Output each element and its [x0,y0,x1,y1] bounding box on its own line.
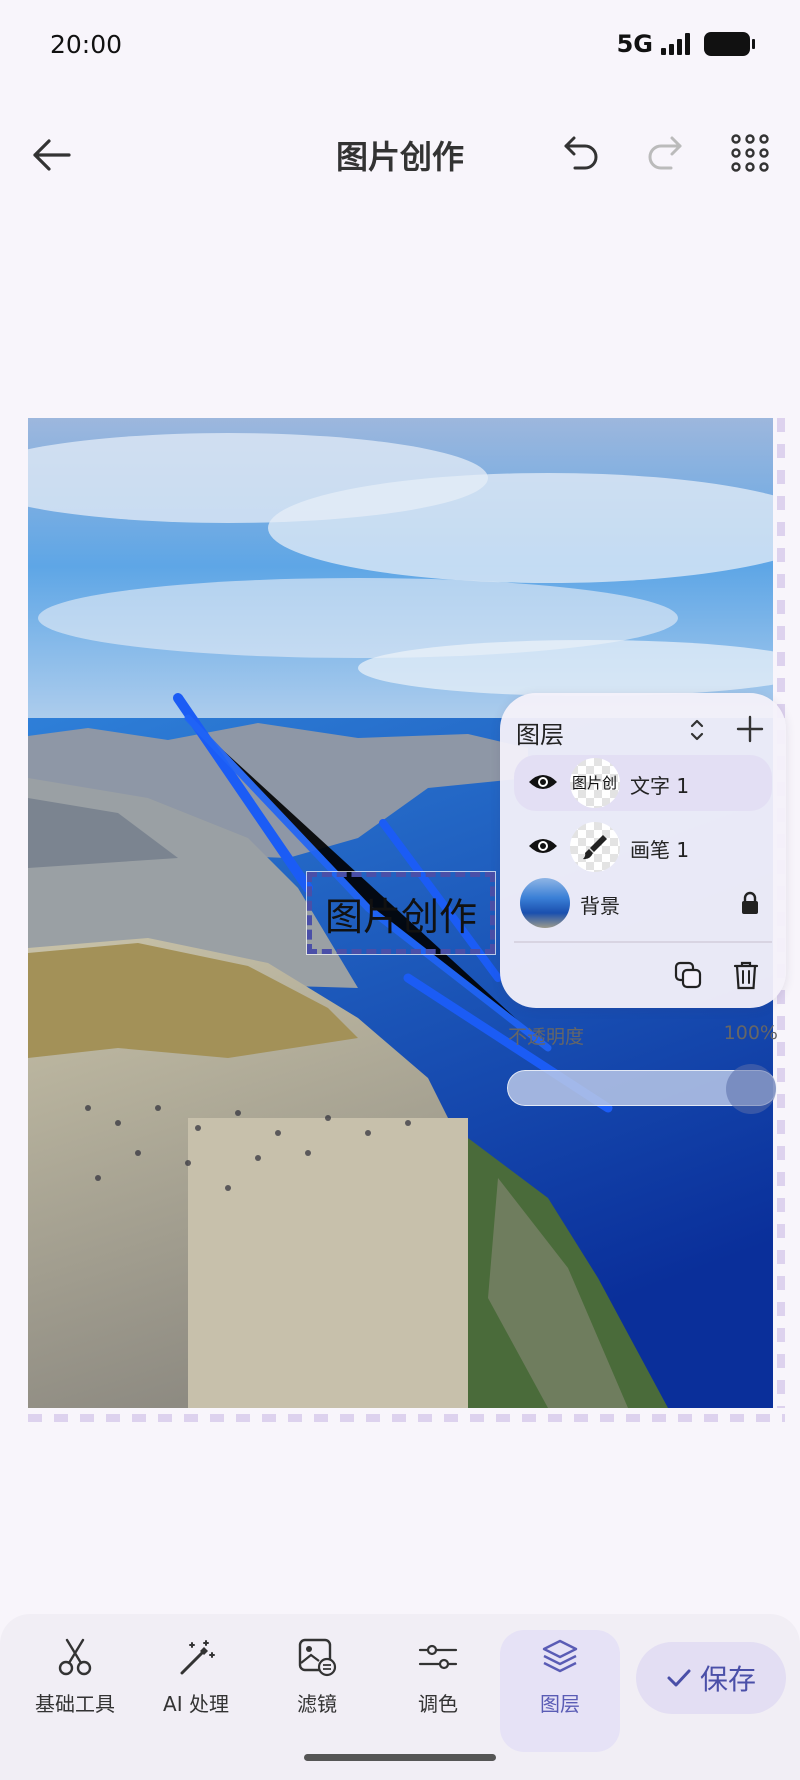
layer-name: 文字 1 [630,774,690,798]
tool-label: 基础工具 [35,1692,115,1716]
undo-icon [564,136,598,170]
redo-button[interactable] [640,128,690,178]
layers-panel-title: 图层 [516,721,564,749]
more-apps-button[interactable] [725,128,775,178]
layer-row-text[interactable]: 图片创 文字 1 [514,755,772,811]
battery-icon [704,32,755,56]
save-button[interactable]: 保存 [636,1642,786,1714]
tool-label: AI 处理 [163,1692,229,1716]
layer-thumbnail-text: 图片创 [572,774,618,792]
trash-icon [733,961,759,990]
text-layer-content: 图片创作 [324,894,477,939]
eye-icon[interactable] [528,771,558,793]
text-layer-selection[interactable]: 图片创作 [306,871,496,955]
network-label: 5G [616,30,653,58]
tool-color-adjust[interactable]: 调色 [378,1634,498,1734]
layer-thumbnail [520,878,570,928]
lock-icon [742,891,758,914]
undo-button[interactable] [556,128,606,178]
copy-icon [674,961,702,989]
layers-panel: 图层 图片创 文字 1 画笔 1 背景 [500,693,786,1008]
layer-name: 画笔 1 [630,838,690,862]
status-indicators: 5G [616,30,755,58]
scissors-icon [58,1638,92,1676]
brush-icon [583,835,607,860]
save-label: 保存 [699,1663,756,1696]
add-layer-button[interactable] [730,709,770,749]
check-icon [667,1669,691,1687]
duplicate-layer-button[interactable] [668,955,708,995]
status-time: 20:00 [50,30,123,59]
layer-thumbnail [570,822,620,872]
panel-divider [514,941,772,943]
signal-icon [661,33,690,55]
opacity-value: 100% [723,1022,778,1044]
chevron-up-down-icon [690,719,704,741]
layers-icon [542,1639,578,1673]
layer-row-background[interactable]: 背景 [514,875,772,931]
filter-icon [298,1638,337,1677]
canvas-border [28,1414,785,1422]
app-bar: 图片创作 [0,110,800,200]
status-bar: 20:00 5G [0,0,800,90]
tool-basic-tools[interactable]: 基础工具 [15,1634,135,1734]
magic-wand-icon [180,1640,215,1675]
tool-label: 图层 [540,1692,580,1716]
reorder-button[interactable] [680,713,714,747]
opacity-slider-thumb[interactable] [726,1064,776,1114]
plus-icon [736,715,764,743]
layer-thumbnail: 图片创 [570,758,620,808]
redo-icon [648,136,682,170]
tool-filter[interactable]: 滤镜 [257,1634,377,1734]
sliders-icon [418,1644,458,1670]
home-indicator[interactable] [304,1754,496,1761]
delete-layer-button[interactable] [726,955,766,995]
eye-icon[interactable] [528,835,558,857]
layer-name: 背景 [580,894,620,918]
tool-ai[interactable]: AI 处理 [136,1634,256,1734]
tool-label: 调色 [418,1692,458,1716]
opacity-label: 不透明度 [508,1026,585,1048]
tool-label: 滤镜 [297,1692,337,1716]
tool-layers[interactable]: 图层 [500,1630,620,1752]
layer-row-brush[interactable]: 画笔 1 [514,819,772,875]
grid-dots-icon [731,134,769,172]
